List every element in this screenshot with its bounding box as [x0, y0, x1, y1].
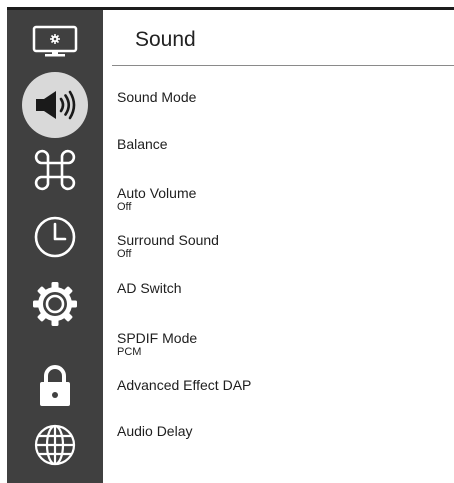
menu-item-sound-mode[interactable]: Sound Mode [117, 89, 437, 105]
menu-item-label: Balance [117, 136, 168, 152]
menu-item-label: SPDIF Mode [117, 330, 198, 346]
menu-item-label: Sound Mode [117, 89, 197, 105]
title-divider [112, 65, 454, 66]
lock-icon [40, 365, 70, 406]
gear-icon [33, 282, 77, 326]
sidebar-item-network[interactable] [7, 420, 103, 470]
globe-icon [34, 424, 76, 466]
menu-item-value: Off [117, 248, 132, 260]
menu-item-ad-switch[interactable]: AD Switch [117, 280, 437, 296]
sidebar-item-picture[interactable] [7, 19, 103, 65]
sidebar-item-lock[interactable] [7, 361, 103, 411]
menu-item-advanced-effect-dap[interactable]: Advanced Effect DAP [117, 377, 437, 393]
display-settings-icon [32, 25, 78, 57]
menu-item-value: Off [117, 201, 132, 213]
page-title: Sound [135, 28, 196, 51]
menu-item-label: Audio Delay [117, 423, 193, 439]
sidebar [7, 7, 103, 483]
menu-item-value: PCM [117, 346, 142, 358]
sidebar-item-sound[interactable] [7, 72, 103, 138]
sidebar-item-timer[interactable] [7, 212, 103, 262]
menu-item-label: AD Switch [117, 280, 182, 296]
menu-item-spdif-mode[interactable]: SPDIF Mode PCM [117, 330, 437, 358]
menu-item-label: Auto Volume [117, 185, 197, 201]
sound-menu-panel: Sound Sound Mode Balance Auto Volume Off… [103, 10, 454, 483]
menu-item-auto-volume[interactable]: Auto Volume Off [117, 185, 437, 213]
menu-item-audio-delay[interactable]: Audio Delay [117, 423, 437, 439]
menu-item-surround-sound[interactable]: Surround Sound Off [117, 232, 437, 260]
menu-item-label: Advanced Effect DAP [117, 377, 252, 393]
speaker-icon [36, 90, 76, 120]
sidebar-item-shortcuts[interactable] [7, 145, 103, 195]
sidebar-item-setup[interactable] [7, 279, 103, 329]
clock-icon [34, 216, 76, 258]
sound-settings-screen: Sound Sound Mode Balance Auto Volume Off… [0, 0, 454, 483]
command-icon [34, 149, 76, 191]
menu-item-balance[interactable]: Balance [117, 136, 437, 152]
menu-item-label: Surround Sound [117, 232, 219, 248]
